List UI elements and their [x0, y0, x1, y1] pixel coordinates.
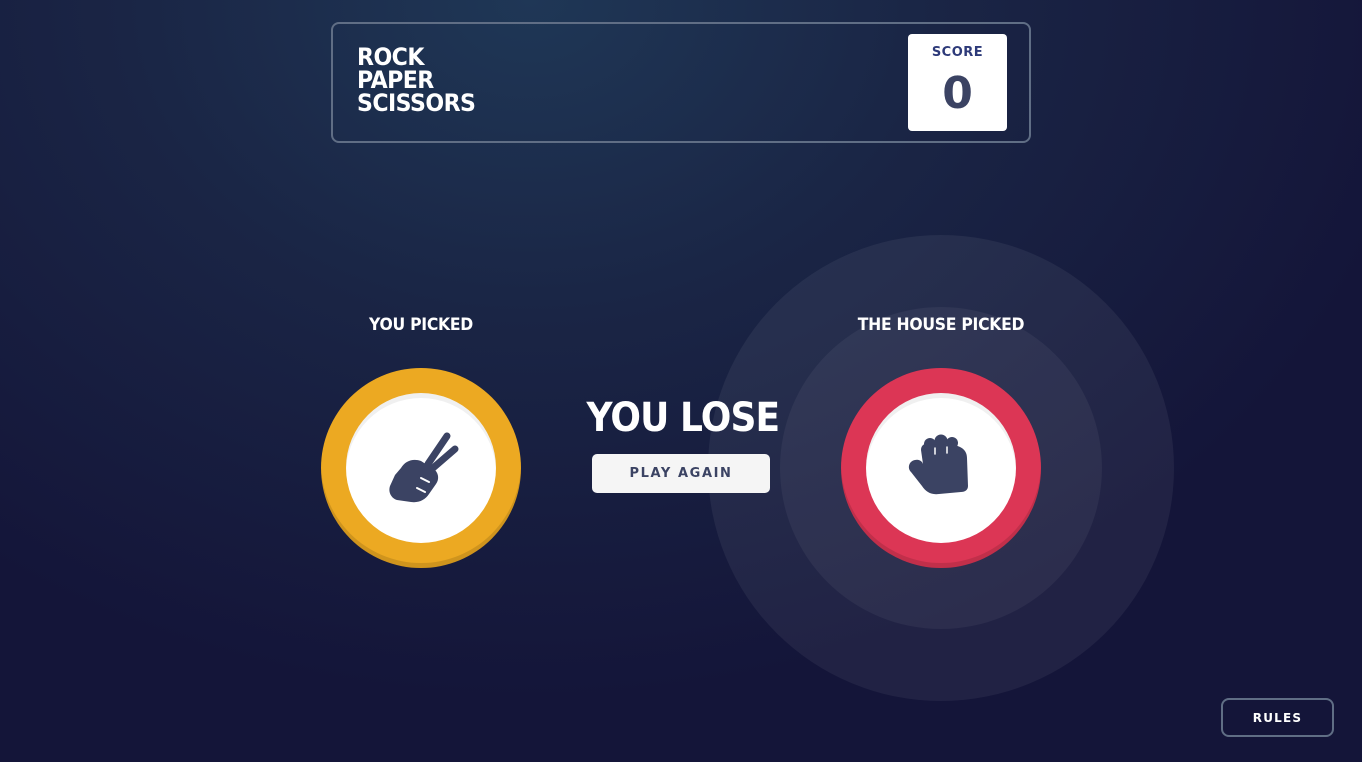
game-title: ROCK PAPER SCISSORS	[357, 45, 476, 117]
house-choice-inner	[866, 393, 1016, 543]
score-value: 0	[942, 68, 973, 119]
score-box: SCORE 0	[908, 34, 1007, 131]
house-choice-token	[841, 368, 1041, 568]
rock-fist-icon	[908, 434, 968, 495]
game-title-line-3: SCISSORS	[357, 89, 476, 117]
player-choice-token	[321, 368, 521, 568]
play-again-button[interactable]: PLAY AGAIN	[592, 454, 770, 493]
result-text: YOU LOSE	[586, 395, 781, 441]
rules-button[interactable]: RULES	[1221, 698, 1334, 737]
scoreboard-header: ROCK PAPER SCISSORS SCORE 0	[331, 22, 1031, 143]
player-choice-inner	[346, 393, 496, 543]
you-picked-label: YOU PICKED	[368, 315, 473, 335]
score-label: SCORE	[931, 45, 984, 60]
scissors-hand-icon	[389, 432, 459, 503]
